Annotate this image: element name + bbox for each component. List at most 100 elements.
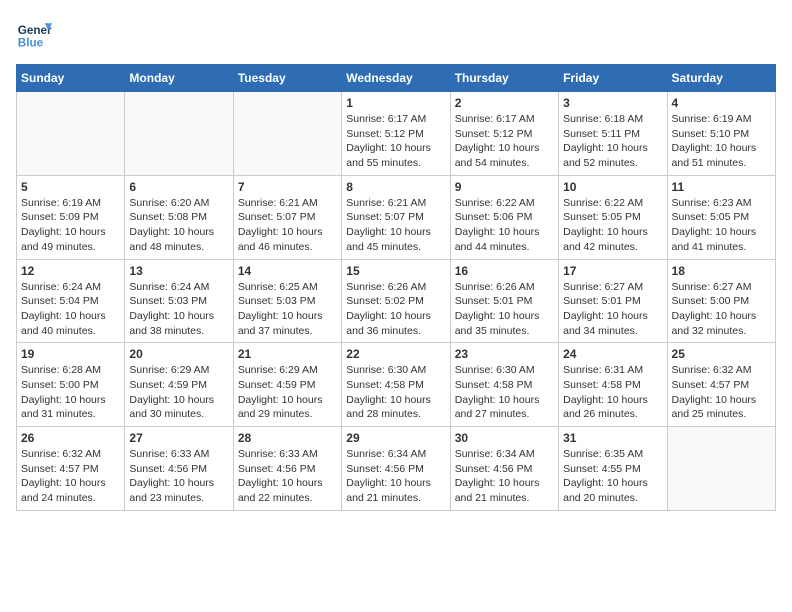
day-info: Sunrise: 6:32 AM Sunset: 4:57 PM Dayligh… bbox=[672, 363, 771, 422]
day-info: Sunrise: 6:23 AM Sunset: 5:05 PM Dayligh… bbox=[672, 196, 771, 255]
calendar-cell: 17Sunrise: 6:27 AM Sunset: 5:01 PM Dayli… bbox=[559, 259, 667, 343]
day-info: Sunrise: 6:33 AM Sunset: 4:56 PM Dayligh… bbox=[238, 447, 337, 506]
day-number: 7 bbox=[238, 180, 337, 194]
day-info: Sunrise: 6:33 AM Sunset: 4:56 PM Dayligh… bbox=[129, 447, 228, 506]
calendar-cell: 27 Sunrise: 6:33 AM Sunset: 4:56 PM Dayli… bbox=[125, 427, 233, 511]
day-number: 15 bbox=[346, 264, 445, 278]
calendar-header-row: SundayMondayTuesdayWednesdayThursdayFrid… bbox=[17, 65, 776, 92]
column-header-saturday: Saturday bbox=[667, 65, 775, 92]
page-header: General Blue bbox=[16, 16, 776, 52]
column-header-thursday: Thursday bbox=[450, 65, 558, 92]
day-info: Sunrise: 6:19 AM Sunset: 5:10 PM Dayligh… bbox=[672, 112, 771, 171]
calendar-cell: 1 Sunrise: 6:17 AM Sunset: 5:12 PM Daylig… bbox=[342, 92, 450, 176]
day-number: 31 bbox=[563, 431, 662, 445]
calendar-cell: 9 Sunrise: 6:22 AM Sunset: 5:06 PM Daylig… bbox=[450, 175, 558, 259]
day-number: 27 bbox=[129, 431, 228, 445]
day-number: 17 bbox=[563, 264, 662, 278]
day-number: 22 bbox=[346, 347, 445, 361]
calendar-cell: 23 Sunrise: 6:30 AM Sunset: 4:58 PM Dayli… bbox=[450, 343, 558, 427]
calendar-cell: 26 Sunrise: 6:32 AM Sunset: 4:57 PM Dayli… bbox=[17, 427, 125, 511]
calendar-cell bbox=[233, 92, 341, 176]
day-info: Sunrise: 6:35 AM Sunset: 4:55 PM Dayligh… bbox=[563, 447, 662, 506]
column-header-wednesday: Wednesday bbox=[342, 65, 450, 92]
day-number: 20 bbox=[129, 347, 228, 361]
calendar-cell bbox=[17, 92, 125, 176]
day-number: 10 bbox=[563, 180, 662, 194]
day-info: Sunrise: 6:34 AM Sunset: 4:56 PM Dayligh… bbox=[346, 447, 445, 506]
day-number: 30 bbox=[455, 431, 554, 445]
day-number: 9 bbox=[455, 180, 554, 194]
day-info: Sunrise: 6:26 AM Sunset: 5:01 PM Dayligh… bbox=[455, 280, 554, 339]
calendar-cell: 20 Sunrise: 6:29 AM Sunset: 4:59 PM Dayli… bbox=[125, 343, 233, 427]
day-info: Sunrise: 6:22 AM Sunset: 5:05 PM Dayligh… bbox=[563, 196, 662, 255]
day-number: 23 bbox=[455, 347, 554, 361]
day-number: 2 bbox=[455, 96, 554, 110]
day-info: Sunrise: 6:21 AM Sunset: 5:07 PM Dayligh… bbox=[346, 196, 445, 255]
day-info: Sunrise: 6:22 AM Sunset: 5:06 PM Dayligh… bbox=[455, 196, 554, 255]
calendar-cell: 13Sunrise: 6:24 AM Sunset: 5:03 PM Dayli… bbox=[125, 259, 233, 343]
day-info: Sunrise: 6:30 AM Sunset: 4:58 PM Dayligh… bbox=[346, 363, 445, 422]
calendar-cell: 21 Sunrise: 6:29 AM Sunset: 4:59 PM Dayli… bbox=[233, 343, 341, 427]
day-number: 29 bbox=[346, 431, 445, 445]
day-number: 1 bbox=[346, 96, 445, 110]
day-number: 16 bbox=[455, 264, 554, 278]
calendar-cell: 16 Sunrise: 6:26 AM Sunset: 5:01 PM Dayli… bbox=[450, 259, 558, 343]
day-number: 21 bbox=[238, 347, 337, 361]
calendar-week-row: 19Sunrise: 6:28 AM Sunset: 5:00 PM Dayli… bbox=[17, 343, 776, 427]
column-header-monday: Monday bbox=[125, 65, 233, 92]
calendar-cell: 12 Sunrise: 6:24 AM Sunset: 5:04 PM Dayli… bbox=[17, 259, 125, 343]
column-header-sunday: Sunday bbox=[17, 65, 125, 92]
day-info: Sunrise: 6:21 AM Sunset: 5:07 PM Dayligh… bbox=[238, 196, 337, 255]
day-info: Sunrise: 6:19 AM Sunset: 5:09 PM Dayligh… bbox=[21, 196, 120, 255]
calendar-cell: 18Sunrise: 6:27 AM Sunset: 5:00 PM Dayli… bbox=[667, 259, 775, 343]
day-number: 4 bbox=[672, 96, 771, 110]
day-number: 8 bbox=[346, 180, 445, 194]
day-info: Sunrise: 6:20 AM Sunset: 5:08 PM Dayligh… bbox=[129, 196, 228, 255]
day-info: Sunrise: 6:18 AM Sunset: 5:11 PM Dayligh… bbox=[563, 112, 662, 171]
day-info: Sunrise: 6:17 AM Sunset: 5:12 PM Dayligh… bbox=[346, 112, 445, 171]
calendar-cell: 24Sunrise: 6:31 AM Sunset: 4:58 PM Dayli… bbox=[559, 343, 667, 427]
day-info: Sunrise: 6:24 AM Sunset: 5:04 PM Dayligh… bbox=[21, 280, 120, 339]
day-info: Sunrise: 6:29 AM Sunset: 4:59 PM Dayligh… bbox=[129, 363, 228, 422]
calendar-cell bbox=[667, 427, 775, 511]
day-info: Sunrise: 6:30 AM Sunset: 4:58 PM Dayligh… bbox=[455, 363, 554, 422]
calendar-week-row: 1 Sunrise: 6:17 AM Sunset: 5:12 PM Daylig… bbox=[17, 92, 776, 176]
calendar-cell: 22 Sunrise: 6:30 AM Sunset: 4:58 PM Dayli… bbox=[342, 343, 450, 427]
calendar-table: SundayMondayTuesdayWednesdayThursdayFrid… bbox=[16, 64, 776, 511]
logo-icon: General Blue bbox=[16, 16, 52, 52]
day-number: 11 bbox=[672, 180, 771, 194]
svg-text:Blue: Blue bbox=[18, 37, 44, 50]
calendar-cell: 3 Sunrise: 6:18 AM Sunset: 5:11 PM Daylig… bbox=[559, 92, 667, 176]
calendar-week-row: 26 Sunrise: 6:32 AM Sunset: 4:57 PM Dayli… bbox=[17, 427, 776, 511]
calendar-cell: 31 Sunrise: 6:35 AM Sunset: 4:55 PM Dayli… bbox=[559, 427, 667, 511]
calendar-cell: 2 Sunrise: 6:17 AM Sunset: 5:12 PM Daylig… bbox=[450, 92, 558, 176]
day-info: Sunrise: 6:29 AM Sunset: 4:59 PM Dayligh… bbox=[238, 363, 337, 422]
day-info: Sunrise: 6:26 AM Sunset: 5:02 PM Dayligh… bbox=[346, 280, 445, 339]
calendar-cell: 29 Sunrise: 6:34 AM Sunset: 4:56 PM Dayli… bbox=[342, 427, 450, 511]
calendar-cell: 5 Sunrise: 6:19 AM Sunset: 5:09 PM Daylig… bbox=[17, 175, 125, 259]
day-info: Sunrise: 6:24 AM Sunset: 5:03 PM Dayligh… bbox=[129, 280, 228, 339]
calendar-cell: 25 Sunrise: 6:32 AM Sunset: 4:57 PM Dayli… bbox=[667, 343, 775, 427]
column-header-tuesday: Tuesday bbox=[233, 65, 341, 92]
calendar-week-row: 12 Sunrise: 6:24 AM Sunset: 5:04 PM Dayli… bbox=[17, 259, 776, 343]
calendar-cell: 28Sunrise: 6:33 AM Sunset: 4:56 PM Dayli… bbox=[233, 427, 341, 511]
day-number: 26 bbox=[21, 431, 120, 445]
day-number: 18 bbox=[672, 264, 771, 278]
day-number: 3 bbox=[563, 96, 662, 110]
column-header-friday: Friday bbox=[559, 65, 667, 92]
day-info: Sunrise: 6:17 AM Sunset: 5:12 PM Dayligh… bbox=[455, 112, 554, 171]
day-number: 6 bbox=[129, 180, 228, 194]
day-number: 24 bbox=[563, 347, 662, 361]
calendar-cell: 14Sunrise: 6:25 AM Sunset: 5:03 PM Dayli… bbox=[233, 259, 341, 343]
logo: General Blue bbox=[16, 16, 52, 52]
day-info: Sunrise: 6:25 AM Sunset: 5:03 PM Dayligh… bbox=[238, 280, 337, 339]
day-info: Sunrise: 6:32 AM Sunset: 4:57 PM Dayligh… bbox=[21, 447, 120, 506]
calendar-cell: 15 Sunrise: 6:26 AM Sunset: 5:02 PM Dayli… bbox=[342, 259, 450, 343]
day-number: 12 bbox=[21, 264, 120, 278]
calendar-cell: 8 Sunrise: 6:21 AM Sunset: 5:07 PM Daylig… bbox=[342, 175, 450, 259]
day-number: 5 bbox=[21, 180, 120, 194]
calendar-cell bbox=[125, 92, 233, 176]
day-number: 19 bbox=[21, 347, 120, 361]
day-info: Sunrise: 6:34 AM Sunset: 4:56 PM Dayligh… bbox=[455, 447, 554, 506]
day-number: 25 bbox=[672, 347, 771, 361]
